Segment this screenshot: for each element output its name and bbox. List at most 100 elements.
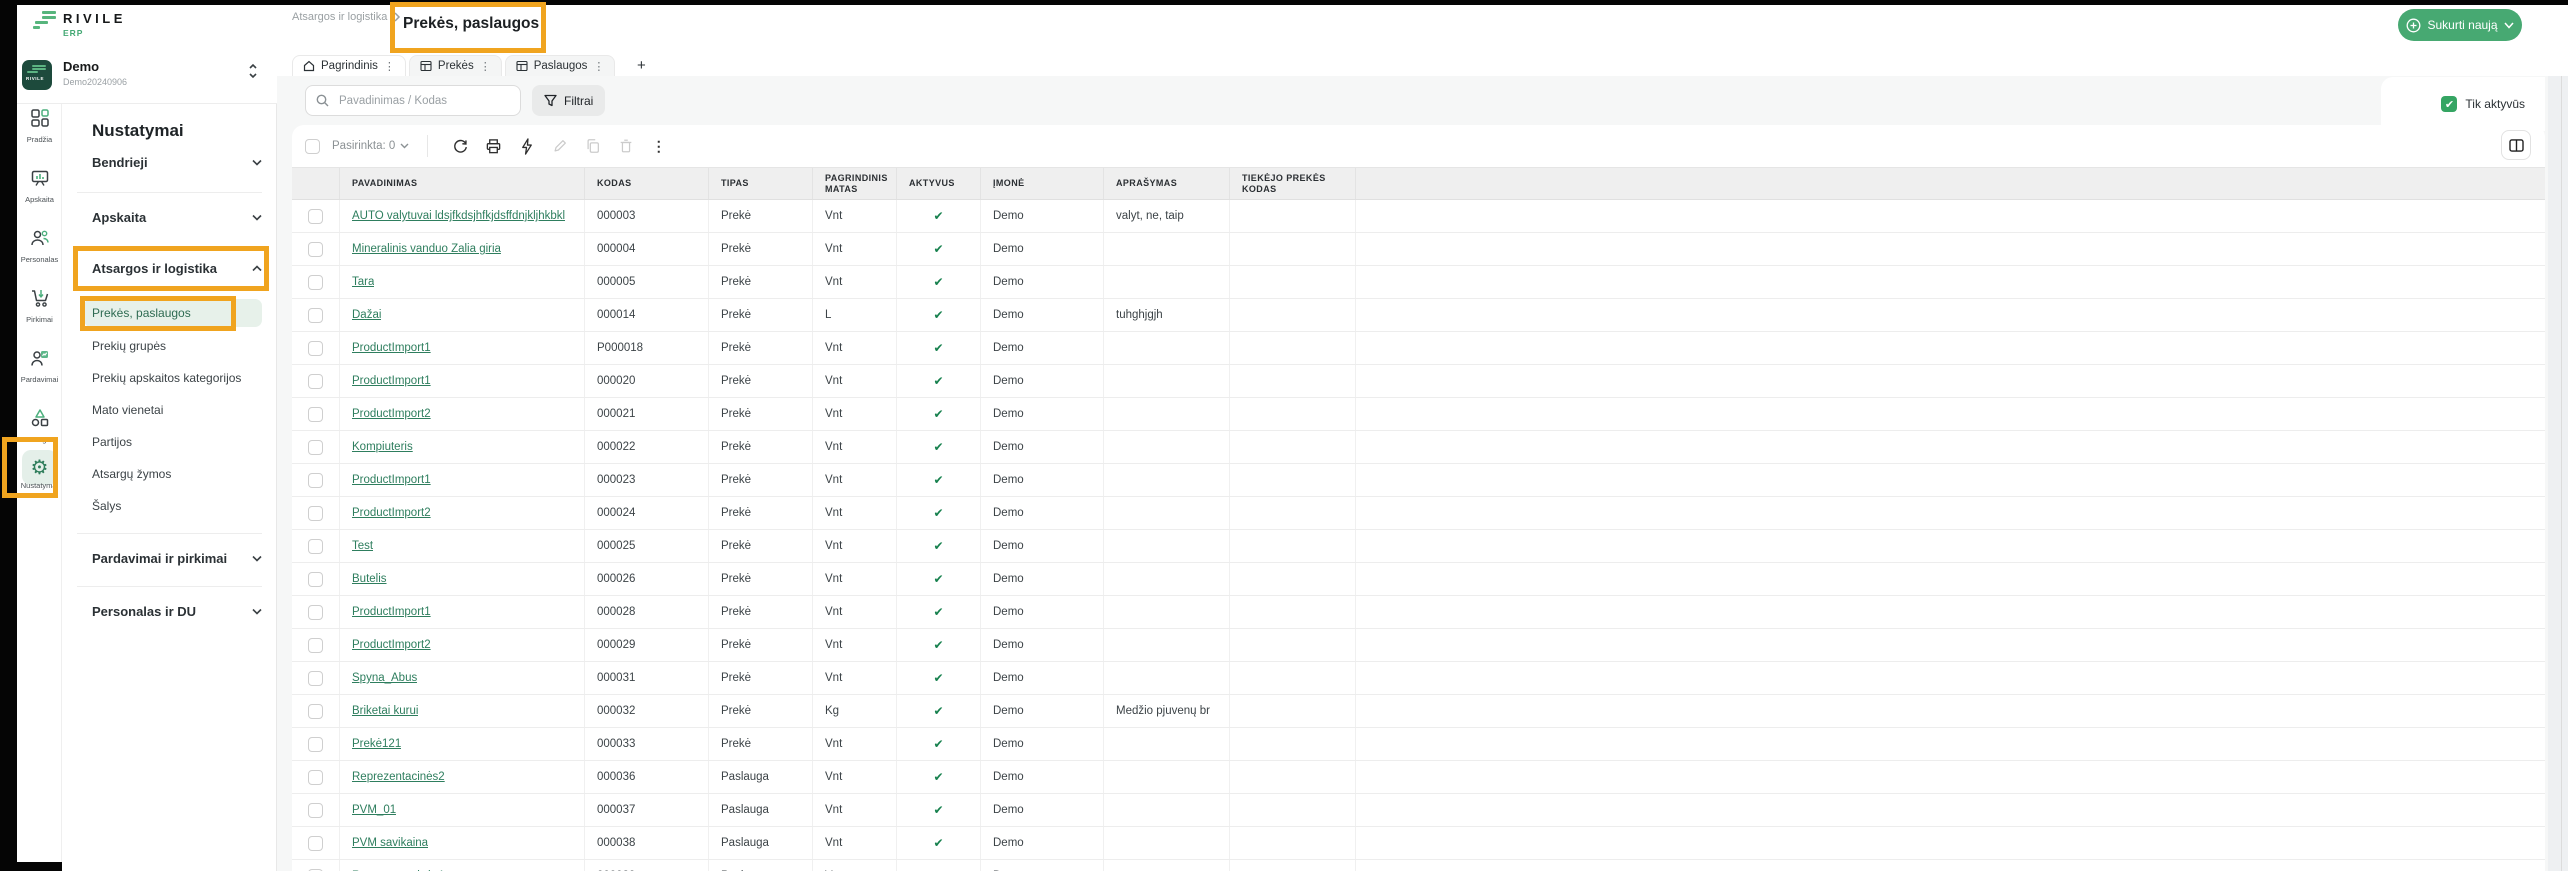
tab-paslaugos[interactable]: Paslaugos ⋮ (504, 55, 616, 76)
product-link[interactable]: Mineralinis vanduo Žalia giria (352, 243, 501, 255)
row-checkbox[interactable] (308, 670, 323, 686)
table-row: Briketai kurui 000032 Prekė Kg ✔ Demo Medžio p… (292, 695, 2545, 728)
row-checkbox[interactable] (308, 769, 323, 785)
column-header[interactable]: ĮMONĖ (981, 168, 1104, 199)
product-link[interactable]: Reprezentacinės2 (352, 771, 445, 783)
sidebar-item-apskaita[interactable]: Apskaita (17, 168, 62, 204)
sidebar-item-pardavimai[interactable]: Pardavimai (17, 348, 62, 384)
tab-pagrindinis[interactable]: Pagrindinis ⋮ (292, 55, 406, 76)
company-switcher-icon[interactable] (248, 63, 258, 84)
product-link[interactable]: ProductImport2 (352, 639, 431, 651)
filter-button[interactable]: Filtrai (532, 85, 606, 116)
row-checkbox[interactable] (308, 802, 323, 818)
sidebar-item-personalas[interactable]: Personalas (17, 228, 62, 264)
row-checkbox[interactable] (308, 307, 323, 323)
sidebar-section-pardavimai-pirkimai[interactable]: Pardavimai ir pirkimai (92, 551, 262, 566)
row-checkbox[interactable] (308, 538, 323, 554)
scrollbar-track[interactable] (2548, 5, 2568, 871)
product-link[interactable]: PVM_01 (352, 804, 396, 816)
row-checkbox[interactable] (308, 835, 323, 851)
breadcrumb-item[interactable]: Atsargos ir logistika (292, 11, 387, 23)
flash-icon[interactable] (510, 133, 543, 159)
edit-icon[interactable] (543, 133, 576, 159)
row-checkbox[interactable] (308, 406, 323, 422)
copy-icon[interactable] (576, 133, 609, 159)
selected-count[interactable]: Pasirinkta: 0 (332, 140, 409, 152)
table-toolbar: Pasirinkta: 0 ⋮ (292, 125, 2545, 167)
sidebar-item-partijos[interactable]: Partijos (92, 435, 262, 449)
product-link[interactable]: Kompiuteris (352, 441, 413, 453)
row-checkbox[interactable] (308, 340, 323, 356)
kebab-icon[interactable]: ⋮ (642, 133, 675, 159)
product-link[interactable]: AUTO valytuvai ldsjfkdsjhfkjdsffdnjkljhk… (352, 210, 565, 222)
sidebar-section-bendrieji[interactable]: Bendrieji (92, 155, 262, 170)
select-all-checkbox[interactable] (305, 138, 320, 154)
column-header[interactable]: TIPAS (709, 168, 813, 199)
row-checkbox[interactable] (308, 274, 323, 290)
product-link[interactable]: Briketai kurui (352, 705, 418, 717)
tab-prekes[interactable]: Prekės ⋮ (408, 55, 502, 76)
print-icon[interactable] (477, 133, 510, 159)
cell-kodas: 000024 (585, 497, 709, 529)
sidebar-item-pradzia[interactable]: Pradžia (17, 108, 62, 144)
product-link[interactable]: ProductImport1 (352, 342, 431, 354)
product-link[interactable]: Spyna_Abus (352, 672, 417, 684)
tab-menu-icon[interactable]: ⋮ (480, 60, 491, 73)
column-header[interactable]: TIEKĖJO PREKĖS KODAS (1230, 168, 1356, 199)
product-link[interactable]: Butelis (352, 573, 387, 585)
search-input[interactable] (337, 93, 497, 108)
cell-imone: Demo (981, 695, 1104, 727)
product-link[interactable]: ProductImport1 (352, 606, 431, 618)
sidebar-item-prekiu-apskaitos-kategorijos[interactable]: Prekių apskaitos kategorijos (92, 371, 262, 385)
row-checkbox[interactable] (308, 208, 323, 224)
sidebar-item-mato-vienetai[interactable]: Mato vienetai (92, 403, 262, 417)
row-checkbox[interactable] (308, 571, 323, 587)
product-link[interactable]: Test (352, 540, 373, 552)
tab-menu-icon[interactable]: ⋮ (384, 60, 395, 73)
column-settings-button[interactable] (2501, 130, 2531, 160)
row-checkbox[interactable] (308, 736, 323, 752)
refresh-icon[interactable] (444, 133, 477, 159)
product-link[interactable]: ProductImport2 (352, 507, 431, 519)
sidebar-item-prekiu-grupes[interactable]: Prekių grupės (92, 339, 262, 353)
create-new-button[interactable]: Sukurti naują (2398, 9, 2522, 41)
sidebar-section-apskaita[interactable]: Apskaita (92, 210, 262, 225)
sidebar-item-salys[interactable]: Šalys (92, 499, 262, 513)
sidebar-section-personalas-du[interactable]: Personalas ir DU (92, 604, 262, 619)
product-link[interactable]: Dažai (352, 309, 381, 321)
product-link[interactable]: ProductImport2 (352, 408, 431, 420)
product-link[interactable]: PVM savikaina (352, 837, 428, 849)
sidebar-section-atsargos-logistika[interactable]: Atsargos ir logistika (92, 261, 262, 276)
cell-matas: Vnt (813, 266, 897, 298)
menu-logo-icon[interactable] (33, 11, 56, 30)
product-link[interactable]: Tara (352, 276, 374, 288)
column-header[interactable]: APRAŠYMAS (1104, 168, 1230, 199)
column-header[interactable]: PAGRINDINIS MATAS (813, 168, 897, 199)
column-header[interactable]: KODAS (585, 168, 709, 199)
row-checkbox[interactable] (308, 703, 323, 719)
sidebar-item-pirkimai[interactable]: Pirkimai (17, 288, 62, 324)
cell-aprasymas (1104, 431, 1230, 463)
product-link[interactable]: ProductImport1 (352, 474, 431, 486)
sidebar-item-prekes-paslaugos[interactable]: Prekės, paslaugos (92, 306, 262, 320)
row-checkbox[interactable] (308, 604, 323, 620)
column-header[interactable]: PAVADINIMAS (340, 168, 585, 199)
product-link[interactable]: Prekė121 (352, 738, 401, 750)
row-checkbox[interactable] (308, 439, 323, 455)
add-tab-button[interactable]: + (626, 55, 656, 76)
tab-menu-icon[interactable]: ⋮ (593, 60, 604, 73)
sidebar-item-atsargos[interactable]: Atsargos (17, 408, 62, 444)
row-checkbox[interactable] (308, 637, 323, 653)
product-link[interactable]: ProductImport1 (352, 375, 431, 387)
row-checkbox[interactable] (308, 373, 323, 389)
breadcrumb[interactable]: Atsargos ir logistika (292, 11, 401, 23)
sidebar-item-nustatymai[interactable]: ⚙ Nustatymai (17, 450, 62, 490)
row-checkbox[interactable] (308, 472, 323, 488)
delete-icon[interactable] (609, 133, 642, 159)
row-checkbox[interactable] (308, 505, 323, 521)
sidebar-item-atsargu-zymos[interactable]: Atsargų žymos (92, 467, 262, 481)
only-active-checkbox[interactable]: ✔ (2441, 96, 2458, 112)
row-checkbox[interactable] (308, 241, 323, 257)
chevron-down-icon (400, 143, 409, 149)
column-header[interactable]: AKTYVUS (897, 168, 981, 199)
